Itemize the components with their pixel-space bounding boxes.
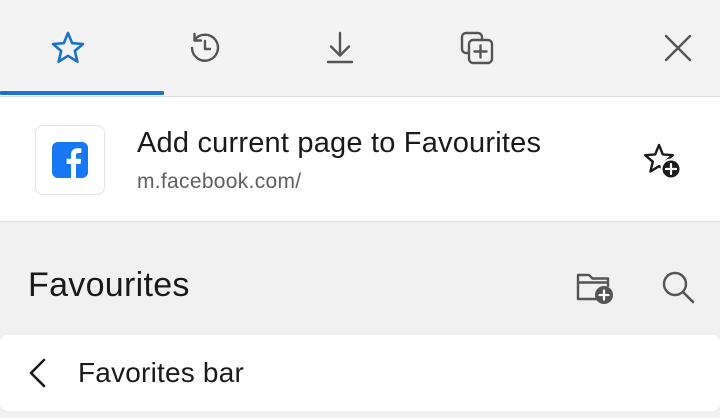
tab-favourites[interactable] xyxy=(28,0,108,96)
chevron-left-icon xyxy=(29,358,46,388)
new-folder-button[interactable] xyxy=(574,266,616,308)
tab-history[interactable] xyxy=(165,0,245,96)
star-icon xyxy=(51,31,85,63)
favorites-bar-folder[interactable]: Favorites bar xyxy=(0,335,720,411)
selected-tab-indicator xyxy=(0,91,164,95)
tab-bar xyxy=(0,0,720,97)
close-button[interactable] xyxy=(638,0,718,96)
search-button[interactable] xyxy=(657,266,699,308)
tab-downloads[interactable] xyxy=(300,0,380,96)
add-star-icon xyxy=(644,143,682,180)
facebook-logo-icon xyxy=(52,142,88,178)
current-page-url: m.facebook.com/ xyxy=(137,170,302,193)
folder-label: Favorites bar xyxy=(78,357,244,388)
tab-collections[interactable] xyxy=(438,0,518,96)
add-current-page-card[interactable]: Add current page to Favourites m.faceboo… xyxy=(0,97,720,222)
collections-icon xyxy=(460,31,494,65)
add-to-favourites-button[interactable] xyxy=(641,140,683,182)
history-icon xyxy=(190,32,220,62)
search-icon xyxy=(662,271,695,304)
add-current-page-title: Add current page to Favourites xyxy=(137,127,542,159)
close-icon xyxy=(664,34,692,62)
site-favicon-tile xyxy=(35,125,105,195)
favourites-heading: Favourites xyxy=(28,266,190,304)
download-icon xyxy=(326,31,354,64)
new-folder-icon xyxy=(576,273,613,304)
